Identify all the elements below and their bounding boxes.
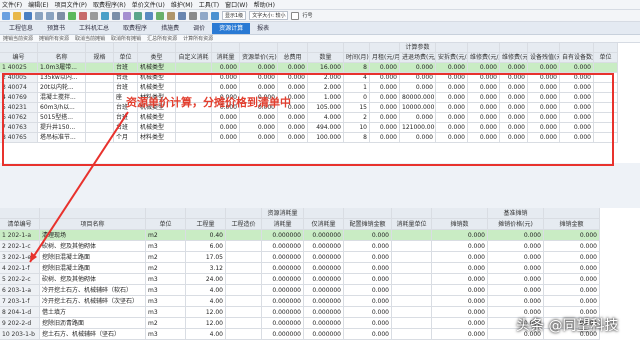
annotation-text: 资源单价计算，分摊价格到清单中 [126, 96, 291, 109]
annotation-arrow [29, 111, 129, 263]
arrow-shaft [29, 111, 129, 263]
watermark: 头条 @同望科技 [516, 318, 619, 334]
